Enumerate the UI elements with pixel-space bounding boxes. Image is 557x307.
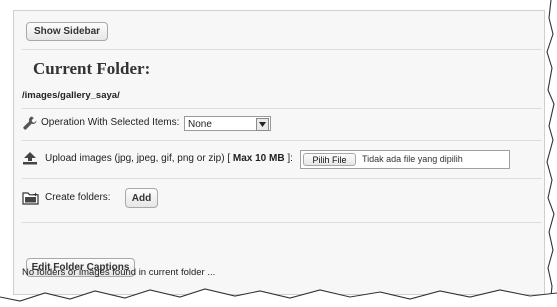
- upload-label-suffix: ]:: [284, 153, 293, 164]
- page-title: Current Folder:: [33, 59, 151, 78]
- divider: [22, 178, 542, 179]
- no-file-text: Tidak ada file yang dipilih: [362, 154, 463, 164]
- torn-edge-bottom: [0, 288, 557, 307]
- choose-file-button[interactable]: Pilih File: [303, 153, 356, 166]
- upload-label-prefix: Upload images (jpg, jpeg, gif, png or zi…: [45, 153, 233, 164]
- folder-path: /images/gallery_saya/: [22, 90, 120, 101]
- divider: [22, 108, 542, 109]
- create-folders-label: Create folders:: [45, 192, 111, 203]
- max-size: Max 10 MB: [232, 153, 285, 164]
- operation-select[interactable]: None: [184, 116, 271, 131]
- file-input[interactable]: Pilih File Tidak ada file yang dipilih: [300, 150, 510, 169]
- folder-icon: [22, 192, 39, 205]
- divider: [22, 222, 542, 223]
- upload-label: Upload images (jpg, jpeg, gif, png or zi…: [45, 153, 293, 164]
- upload-icon: [23, 152, 37, 165]
- divider: [22, 49, 542, 50]
- operation-label: Operation With Selected Items:: [41, 117, 180, 128]
- wrench-icon: [23, 116, 37, 130]
- torn-edge-right: [546, 0, 557, 307]
- show-sidebar-button[interactable]: Show Sidebar: [26, 22, 108, 41]
- add-folder-button[interactable]: Add: [125, 188, 158, 208]
- status-message: No folders or images found in current fo…: [22, 267, 216, 278]
- chevron-down-icon: [256, 118, 269, 131]
- divider: [22, 140, 542, 141]
- operation-select-value: None: [188, 119, 212, 130]
